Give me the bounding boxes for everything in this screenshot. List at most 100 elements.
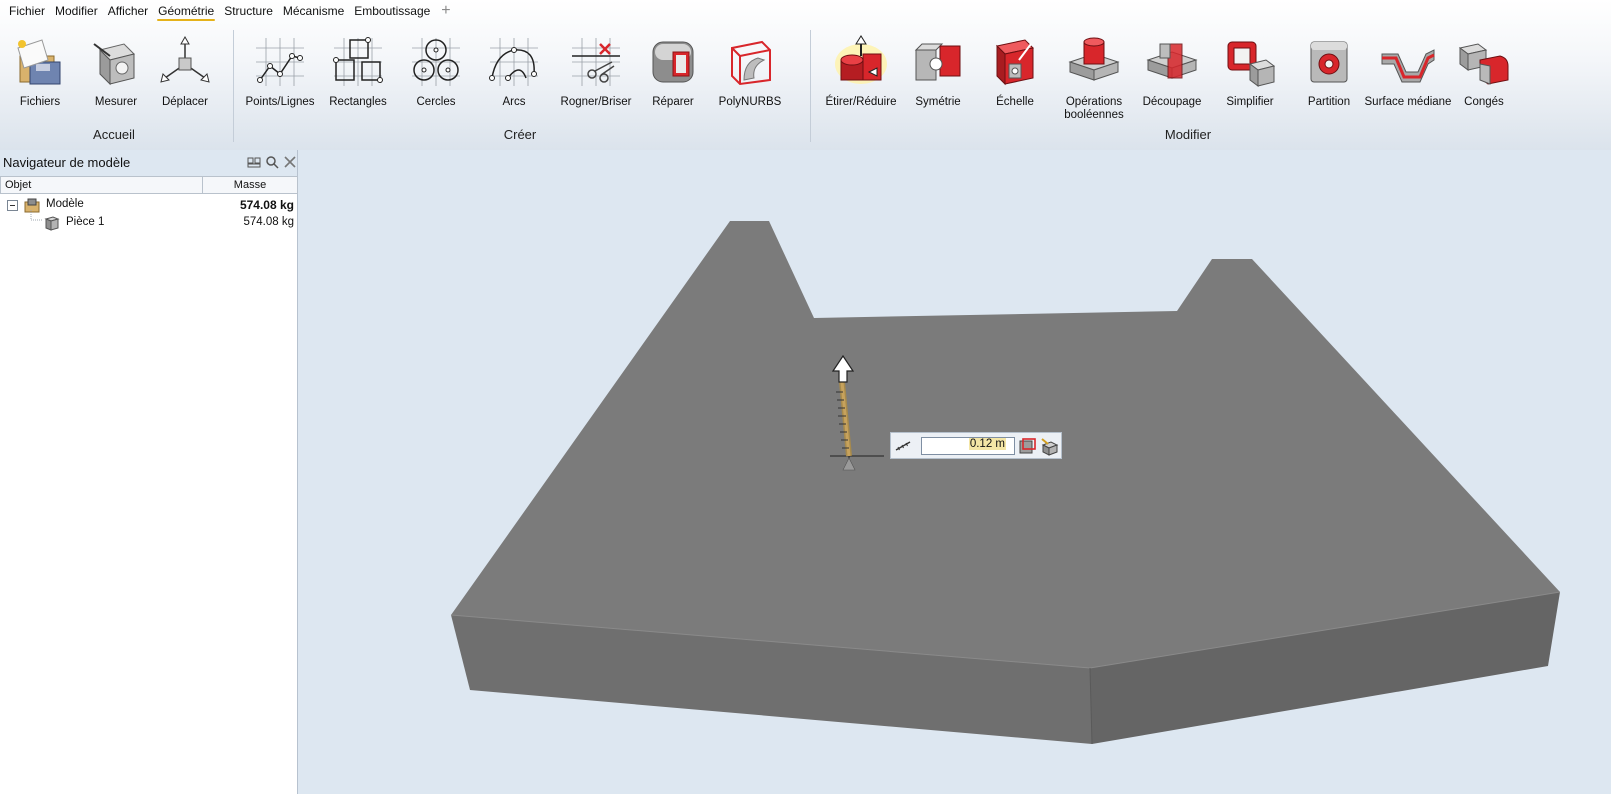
tool-conges[interactable]: Congés <box>1444 24 1524 124</box>
split-icon <box>1146 43 1198 79</box>
tool-label: Opérations booléennes <box>1064 96 1124 121</box>
part-icon <box>44 216 60 231</box>
tree-connector <box>30 210 43 221</box>
tool-partition[interactable]: Partition <box>1289 24 1369 124</box>
trim-break-icon <box>572 38 620 86</box>
tool-label: Simplifier <box>1226 96 1274 108</box>
repair-icon <box>652 41 694 83</box>
menu-tab-mecanisme[interactable]: Mécanisme <box>278 0 349 22</box>
close-icon[interactable] <box>283 155 297 169</box>
push-pull-icon <box>835 35 887 84</box>
measure-icon <box>93 43 135 86</box>
tool-label: Rogner/Briser <box>560 96 632 108</box>
tool-label: Symétrie <box>915 96 961 108</box>
group-separator <box>233 30 234 142</box>
tool-label: Partition <box>1307 96 1351 108</box>
ribbon: Fichier Modifier Afficher Géométrie Stru… <box>0 0 1611 150</box>
fillets-icon <box>1458 43 1509 85</box>
tool-label: Points/Lignes <box>245 96 315 108</box>
distance-input-panel: 0.12 m <box>890 432 1062 459</box>
tool-label: Cercles <box>416 96 456 108</box>
tool-arcs[interactable]: Arcs <box>474 24 554 124</box>
group-label-modifier: Modifier <box>1164 127 1212 142</box>
tool-label: Déplacer <box>161 96 209 108</box>
tool-label: Surface médiane <box>1364 96 1452 108</box>
group-modifier: Étirer/Réduire Symétrie Échelle Opératio… <box>818 24 1558 148</box>
3d-viewport[interactable]: 0.12 m <box>299 150 1611 794</box>
menu-tab-modifier[interactable]: Modifier <box>50 0 103 22</box>
menu-tab-afficher[interactable]: Afficher <box>103 0 153 22</box>
circles-icon <box>412 38 460 86</box>
tool-mesurer[interactable]: Mesurer <box>76 24 156 124</box>
tool-deplacer[interactable]: Déplacer <box>145 24 225 124</box>
distance-value: 0.12 m <box>968 438 1006 450</box>
model-navigator: Navigateur de modèle Objet Masse Modèle … <box>0 150 298 794</box>
tool-decoupage[interactable]: Découpage <box>1132 24 1212 124</box>
tool-etirer-reduire[interactable]: Étirer/Réduire <box>821 24 901 124</box>
navigator-column-header: Objet Masse <box>0 176 298 194</box>
tree-row-part[interactable]: Pièce 1 574.08 kg <box>0 210 298 232</box>
midsurface-icon <box>1381 49 1435 83</box>
boolean-icon <box>1068 37 1120 81</box>
navigator-header: Navigateur de modèle <box>0 150 297 176</box>
tool-label: Échelle <box>996 96 1034 108</box>
tool-label: Mesurer <box>94 96 138 108</box>
menu-tab-emboutissage[interactable]: Emboutissage <box>349 0 435 22</box>
tool-label: Arcs <box>502 96 526 108</box>
simplify-icon <box>1227 41 1276 87</box>
tool-surface-mediane[interactable]: Surface médiane <box>1364 24 1452 124</box>
add-tab-button[interactable]: + <box>435 0 456 22</box>
menu-tab-geometrie[interactable]: Géométrie <box>153 0 219 22</box>
tool-operations-booleennes[interactable]: Opérations booléennes <box>1054 24 1134 124</box>
group-separator <box>810 30 811 142</box>
menu-bar: Fichier Modifier Afficher Géométrie Stru… <box>0 0 1611 22</box>
partition-icon <box>1310 41 1348 83</box>
menu-tab-fichier[interactable]: Fichier <box>4 0 50 22</box>
tool-label: Étirer/Réduire <box>825 96 897 108</box>
tool-label: Découpage <box>1142 96 1202 108</box>
tree-row-name: Pièce 1 <box>66 216 105 228</box>
group-creer: Points/Lignes Rectangles Cercles Arcs Ro… <box>240 24 800 148</box>
files-icon <box>17 39 61 85</box>
model-scene[interactable] <box>299 150 1611 794</box>
tool-points-lignes[interactable]: Points/Lignes <box>240 24 320 124</box>
search-icon[interactable] <box>265 155 279 169</box>
tool-rogner-briser[interactable]: Rogner/Briser <box>556 24 636 124</box>
tool-cercles[interactable]: Cercles <box>396 24 476 124</box>
points-lines-icon <box>256 38 304 86</box>
polynurbs-icon <box>731 40 771 86</box>
tree-row-mass: 574.08 kg <box>239 198 294 212</box>
tool-reparer[interactable]: Réparer <box>633 24 713 124</box>
tool-label: Réparer <box>652 96 694 108</box>
group-label-creer: Créer <box>503 127 537 142</box>
menu-tab-structure[interactable]: Structure <box>219 0 278 22</box>
symmetry-icon <box>914 43 961 81</box>
measure-from-icon[interactable] <box>1017 437 1037 456</box>
tool-symetrie[interactable]: Symétrie <box>898 24 978 124</box>
tool-simplifier[interactable]: Simplifier <box>1210 24 1290 124</box>
rectangles-icon <box>333 37 383 86</box>
tool-label: Rectangles <box>329 96 387 108</box>
collapse-icon[interactable] <box>7 200 18 211</box>
tool-rectangles[interactable]: Rectangles <box>318 24 398 124</box>
tree-view-icon[interactable] <box>247 155 261 169</box>
tree-row-mass: 574.08 kg <box>243 216 294 228</box>
tool-echelle[interactable]: Échelle <box>975 24 1055 124</box>
distance-input[interactable]: 0.12 m <box>921 437 1015 455</box>
navigator-title: Navigateur de modèle <box>3 155 131 170</box>
tree-row-model[interactable]: Modèle 574.08 kg <box>0 196 298 214</box>
tool-label: Congés <box>1464 96 1504 108</box>
group-accueil: Fichiers Mesurer Déplacer Accueil <box>0 24 228 148</box>
move-options-icon[interactable] <box>1039 437 1059 456</box>
ruler-icon <box>895 441 911 451</box>
scale-icon <box>995 39 1035 86</box>
tool-label: Fichiers <box>19 96 61 108</box>
column-mass[interactable]: Masse <box>202 177 297 193</box>
tool-fichiers[interactable]: Fichiers <box>0 24 80 124</box>
column-object[interactable]: Objet <box>5 179 31 191</box>
group-label-accueil: Accueil <box>93 127 135 142</box>
arcs-icon <box>489 38 538 86</box>
move-icon <box>160 35 210 83</box>
tool-label: PolyNURBS <box>718 96 782 108</box>
tool-polynurbs[interactable]: PolyNURBS <box>710 24 790 124</box>
